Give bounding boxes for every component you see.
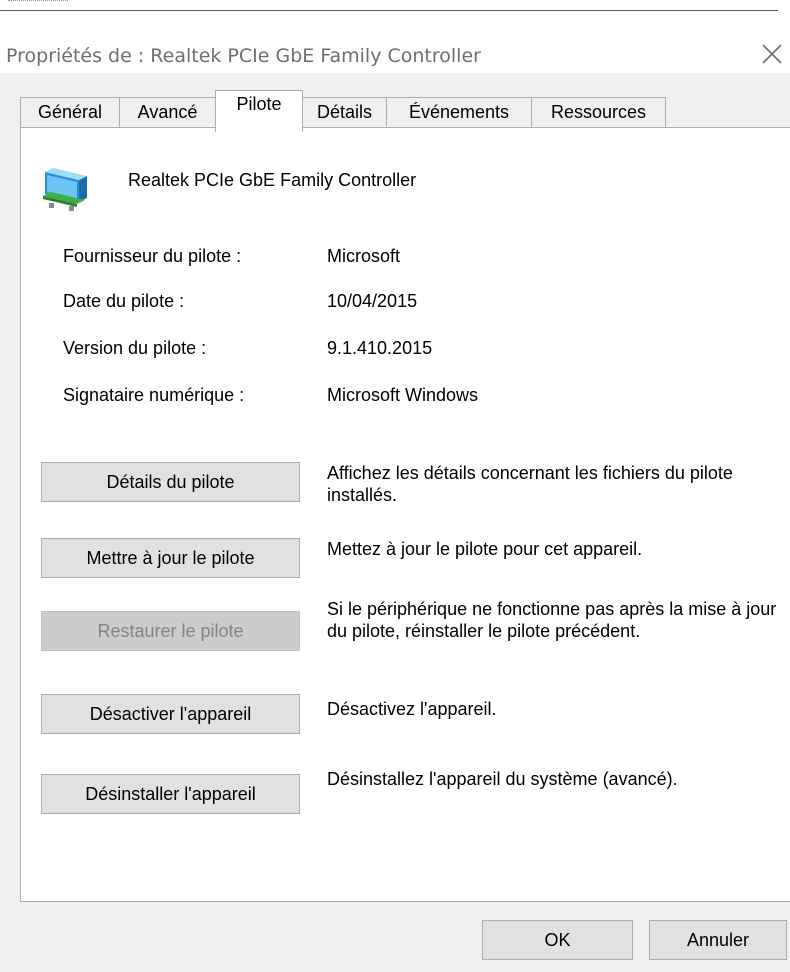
- provider-value: Microsoft: [327, 246, 401, 266]
- date-value: 10/04/2015: [327, 291, 418, 311]
- driver-details-button[interactable]: Détails du pilote: [41, 462, 300, 502]
- uninstall-device-button[interactable]: Désinstaller l'appareil: [41, 774, 300, 814]
- version-value: 9.1.410.2015: [327, 338, 433, 358]
- version-label: Version du pilote :: [63, 338, 207, 358]
- window-title: Propriétés de : Realtek PCIe GbE Family …: [6, 45, 481, 67]
- update-driver-button[interactable]: Mettre à jour le pilote: [41, 538, 300, 578]
- disable-device-button[interactable]: Désactiver l'appareil: [41, 694, 300, 734]
- dialog-body: Général Avancé Pilote Détails Événements…: [0, 73, 790, 972]
- signer-value: Microsoft Windows: [327, 385, 479, 405]
- tab-strip: Général Avancé Pilote Détails Événements…: [0, 73, 790, 133]
- window-top-edge: [8, 0, 68, 5]
- update-driver-description: Mettez à jour le pilote pour cet apparei…: [327, 539, 643, 559]
- date-label: Date du pilote :: [63, 291, 185, 311]
- driver-panel: Realtek PCIe GbE Family Controller Fourn…: [20, 127, 790, 902]
- tab-resources[interactable]: Ressources: [531, 97, 666, 127]
- device-name: Realtek PCIe GbE Family Controller: [128, 170, 417, 190]
- roll-back-driver-description: Si le périphérique ne fonctionne pas apr…: [327, 599, 777, 641]
- cancel-button[interactable]: Annuler: [649, 920, 787, 960]
- uninstall-device-description: Désinstallez l'appareil du système (avan…: [327, 769, 678, 789]
- ok-button[interactable]: OK: [482, 920, 633, 960]
- tab-driver[interactable]: Pilote: [215, 90, 303, 132]
- title-bar[interactable]: Propriétés de : Realtek PCIe GbE Family …: [0, 11, 790, 73]
- disable-device-description: Désactivez l'appareil.: [327, 699, 497, 719]
- tab-general[interactable]: Général: [20, 97, 120, 127]
- roll-back-driver-button[interactable]: Restaurer le pilote: [41, 611, 300, 651]
- provider-label: Fournisseur du pilote :: [63, 246, 242, 266]
- tab-advanced[interactable]: Avancé: [119, 97, 216, 127]
- tab-details[interactable]: Détails: [302, 97, 387, 127]
- network-adapter-icon: [41, 160, 91, 212]
- tab-events[interactable]: Événements: [386, 97, 532, 127]
- driver-details-description: Affichez les détails concernant les fich…: [327, 463, 733, 505]
- signer-label: Signataire numérique :: [63, 385, 245, 405]
- close-icon[interactable]: [757, 39, 787, 69]
